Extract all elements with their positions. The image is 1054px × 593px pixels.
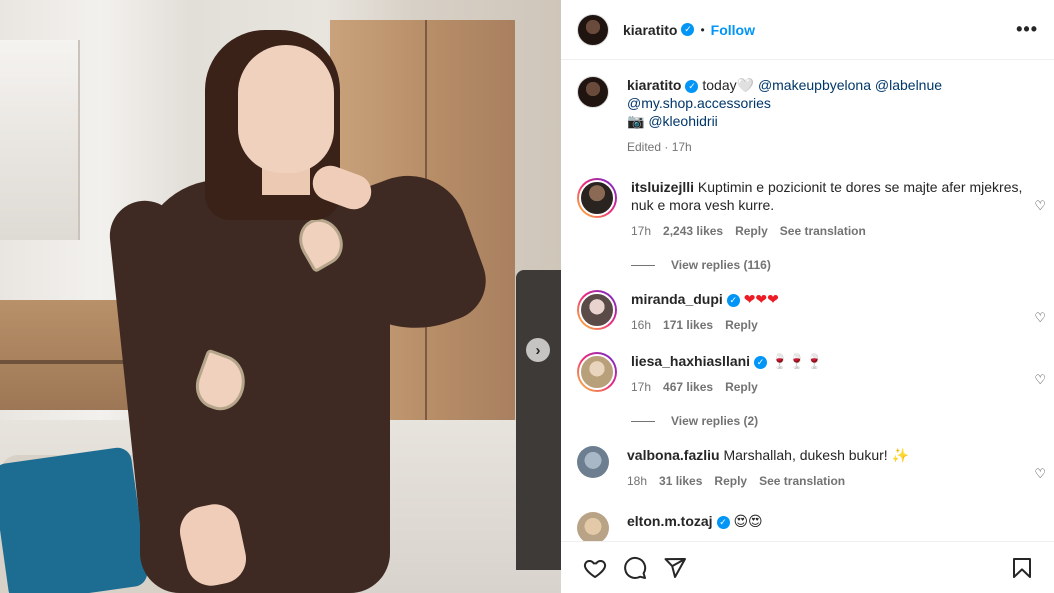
verified-icon: ✓ bbox=[716, 515, 730, 529]
mention-link[interactable]: @makeupbyelona bbox=[758, 77, 871, 93]
comment-time[interactable]: 18h bbox=[627, 472, 647, 490]
commenter-username[interactable]: itsluizejlli bbox=[631, 179, 694, 195]
commenter-avatar bbox=[579, 292, 615, 328]
story-ring[interactable] bbox=[577, 290, 617, 330]
like-comment-heart-icon[interactable]: ♡ bbox=[1034, 310, 1046, 326]
edited-timestamp: Edited · 17h bbox=[627, 140, 692, 154]
verified-icon: ✓ bbox=[754, 355, 768, 369]
comment-text: 😍😍 bbox=[733, 513, 763, 529]
comments-list[interactable]: kiaratito ✓ today🤍 @makeupbyelona @labeln… bbox=[561, 60, 1054, 541]
save-bookmark-icon[interactable] bbox=[1002, 548, 1042, 588]
comment-text: Marshallah, dukesh bukur! ✨ bbox=[723, 447, 909, 463]
commenter-username[interactable]: miranda_dupi bbox=[631, 291, 723, 307]
comment-likes[interactable]: 2,243 likes bbox=[663, 222, 723, 240]
reply-button[interactable]: Reply bbox=[714, 472, 747, 490]
like-comment-heart-icon[interactable]: ♡ bbox=[1034, 198, 1046, 214]
commenter-username[interactable]: valbona.fazliu bbox=[627, 447, 720, 463]
post-header: kiaratito ✓ • Follow ••• bbox=[561, 0, 1054, 60]
replies-line bbox=[631, 264, 655, 266]
post-side-panel: kiaratito ✓ • Follow ••• kiaratito ✓ toda… bbox=[561, 0, 1054, 593]
see-translation-button[interactable]: See translation bbox=[780, 222, 866, 240]
verified-icon: ✓ bbox=[685, 79, 699, 93]
caption-author-username[interactable]: kiaratito bbox=[627, 77, 681, 93]
post-photo[interactable]: › bbox=[0, 0, 561, 593]
comment-item: valbona.fazliu Marshallah, dukesh bukur!… bbox=[577, 446, 1046, 490]
commenter-avatar bbox=[579, 354, 615, 390]
caption: kiaratito ✓ today🤍 @makeupbyelona @labeln… bbox=[577, 60, 1038, 156]
view-replies-button[interactable]: View replies (116) bbox=[631, 258, 1038, 272]
comment-time[interactable]: 17h bbox=[631, 222, 651, 240]
commenter-avatar[interactable] bbox=[577, 512, 609, 541]
verified-icon: ✓ bbox=[681, 23, 695, 36]
comment-likes[interactable]: 467 likes bbox=[663, 378, 713, 396]
post-actions-bar bbox=[561, 541, 1054, 593]
mention-link[interactable]: @my.shop.accessories bbox=[627, 95, 771, 111]
more-options-icon[interactable]: ••• bbox=[1016, 19, 1038, 40]
story-ring[interactable] bbox=[577, 178, 617, 218]
separator-dot: • bbox=[700, 22, 705, 37]
next-image-button[interactable]: › bbox=[526, 338, 550, 362]
author-username[interactable]: kiaratito bbox=[623, 22, 677, 38]
camera-icon: 📷 bbox=[627, 113, 645, 129]
commenter-avatar bbox=[579, 180, 615, 216]
comment-time[interactable]: 16h bbox=[631, 316, 651, 334]
story-ring[interactable] bbox=[577, 352, 617, 392]
commenter-avatar[interactable] bbox=[577, 446, 609, 478]
comment-likes[interactable]: 171 likes bbox=[663, 316, 713, 334]
verified-icon: ✓ bbox=[726, 293, 740, 307]
reply-button[interactable]: Reply bbox=[725, 316, 758, 334]
like-comment-heart-icon[interactable]: ♡ bbox=[1034, 466, 1046, 482]
follow-button[interactable]: Follow bbox=[711, 22, 755, 38]
caption-text: today🤍 bbox=[702, 77, 758, 93]
comment-item: itsluizejlli Kuptimin e pozicionit te do… bbox=[577, 178, 1046, 240]
mention-link[interactable]: @kleohidrii bbox=[648, 113, 717, 129]
view-replies-button[interactable]: View replies (2) bbox=[631, 414, 1038, 428]
like-heart-icon[interactable] bbox=[575, 548, 615, 588]
commenter-username[interactable]: elton.m.tozaj bbox=[627, 513, 713, 529]
reply-button[interactable]: Reply bbox=[735, 222, 768, 240]
comment-time[interactable]: 17h bbox=[631, 378, 651, 396]
comment-text: ❤❤❤ bbox=[743, 291, 779, 307]
comment-item: miranda_dupi ✓ ❤❤❤ 16h 171 likes Reply ♡ bbox=[577, 290, 1046, 334]
like-comment-heart-icon[interactable]: ♡ bbox=[1034, 372, 1046, 388]
face bbox=[238, 45, 334, 173]
commenter-username[interactable]: liesa_haxhiasllani bbox=[631, 353, 750, 369]
reply-button[interactable]: Reply bbox=[725, 378, 758, 396]
author-avatar[interactable] bbox=[577, 13, 609, 46]
comment-item: elton.m.tozaj ✓ 😍😍 bbox=[577, 512, 1038, 541]
comment-bubble-icon[interactable] bbox=[615, 548, 655, 588]
caption-author-avatar[interactable] bbox=[577, 76, 609, 108]
share-send-icon[interactable] bbox=[655, 548, 695, 588]
post-modal: › kiaratito ✓ • Follow ••• kiaratito ✓ to… bbox=[0, 0, 1054, 593]
comment-likes[interactable]: 31 likes bbox=[659, 472, 702, 490]
mention-link[interactable]: @labelnue bbox=[875, 77, 942, 93]
comment-item: liesa_haxhiasllani ✓ 🍷🍷🍷 17h 467 likes Re… bbox=[577, 352, 1046, 396]
comment-text: 🍷🍷🍷 bbox=[770, 353, 824, 369]
see-translation-button[interactable]: See translation bbox=[759, 472, 845, 490]
replies-line bbox=[631, 420, 655, 422]
